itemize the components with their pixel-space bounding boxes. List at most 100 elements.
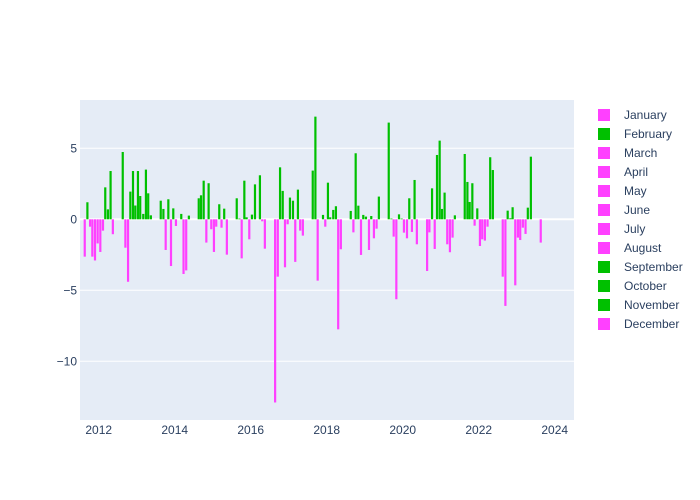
bar[interactable] [311,170,314,220]
bar[interactable] [99,219,102,252]
bar[interactable] [426,219,429,271]
legend-item-may[interactable]: May [592,181,683,200]
bar[interactable] [136,171,140,220]
legend-item-august[interactable]: August [592,238,683,257]
bar[interactable] [337,219,340,330]
bar[interactable] [524,219,527,234]
bar[interactable] [489,157,492,220]
bar[interactable] [476,208,479,220]
legend-item-december[interactable]: December [592,314,683,333]
bar[interactable] [199,195,203,220]
bar[interactable] [438,140,441,220]
bar[interactable] [481,219,484,240]
bar[interactable] [324,219,327,227]
bar[interactable] [415,219,418,245]
bar[interactable] [149,215,152,220]
bar[interactable] [433,219,436,249]
bar[interactable] [106,209,110,220]
bar[interactable] [167,199,170,220]
bar[interactable] [218,204,221,220]
bar[interactable] [261,219,264,222]
bar[interactable] [210,219,213,230]
bar[interactable] [91,219,94,257]
bar[interactable] [448,219,452,253]
bar[interactable] [473,219,476,226]
bar[interactable] [463,153,466,220]
bar[interactable] [375,219,378,229]
bar[interactable] [263,219,266,249]
bar[interactable] [139,196,142,220]
bar[interactable] [86,202,89,220]
bar[interactable] [395,219,398,300]
legend-item-april[interactable]: April [592,162,683,181]
bar[interactable] [478,219,482,246]
bar[interactable] [162,208,165,220]
legend-item-june[interactable]: June [592,200,683,219]
bar[interactable] [504,219,507,306]
bar[interactable] [212,219,216,252]
legend-item-october[interactable]: October [592,276,683,295]
bar[interactable] [235,198,238,220]
bar[interactable] [408,198,411,220]
bar[interactable] [96,219,99,244]
bar[interactable] [101,219,105,231]
bar[interactable] [278,167,282,220]
bar[interactable] [111,219,114,235]
bar[interactable] [205,219,208,243]
bar[interactable] [159,200,162,220]
bar[interactable] [301,219,304,236]
bar[interactable] [164,219,167,250]
bar[interactable] [359,219,363,255]
bar[interactable] [362,214,365,220]
bar[interactable] [370,216,373,220]
bar[interactable] [539,219,542,243]
bar[interactable] [182,219,185,274]
bar[interactable] [446,219,449,245]
bar[interactable] [283,219,287,268]
bar[interactable] [88,219,92,227]
bar[interactable] [142,213,145,220]
bar[interactable] [134,205,137,220]
bar[interactable] [131,171,135,220]
bar[interactable] [274,219,277,403]
bar[interactable] [276,219,279,277]
bar[interactable] [332,209,335,220]
bar[interactable] [367,219,371,250]
bar[interactable] [405,219,409,239]
bar[interactable] [372,219,376,239]
bar[interactable] [258,175,262,220]
bar[interactable] [435,154,439,220]
bar[interactable] [240,219,243,259]
bar[interactable] [83,219,86,257]
bar[interactable] [453,215,456,220]
bar[interactable] [144,169,148,220]
bar[interactable] [104,187,107,220]
bar[interactable] [387,122,390,220]
bar[interactable] [147,193,150,220]
bar[interactable] [390,218,393,220]
bar[interactable] [413,179,416,220]
bar[interactable] [124,219,127,248]
bar[interactable] [245,217,248,220]
bar[interactable] [299,219,302,231]
bar[interactable] [248,219,251,240]
bar[interactable] [288,197,292,220]
bar[interactable] [109,171,112,220]
bar[interactable] [428,219,431,233]
bar[interactable] [471,183,474,220]
bar[interactable] [410,219,414,232]
bar[interactable] [519,219,522,241]
bar[interactable] [316,219,319,281]
bar[interactable] [364,216,368,220]
bar[interactable] [357,205,360,220]
bar[interactable] [129,191,132,220]
legend-item-november[interactable]: November [592,295,683,314]
legend-item-january[interactable]: January [592,105,683,124]
bar[interactable] [349,210,352,220]
bar[interactable] [526,207,529,220]
bar[interactable] [354,153,357,220]
bar[interactable] [326,182,330,220]
bar[interactable] [440,208,444,220]
bar[interactable] [334,206,338,220]
bar[interactable] [402,219,406,233]
